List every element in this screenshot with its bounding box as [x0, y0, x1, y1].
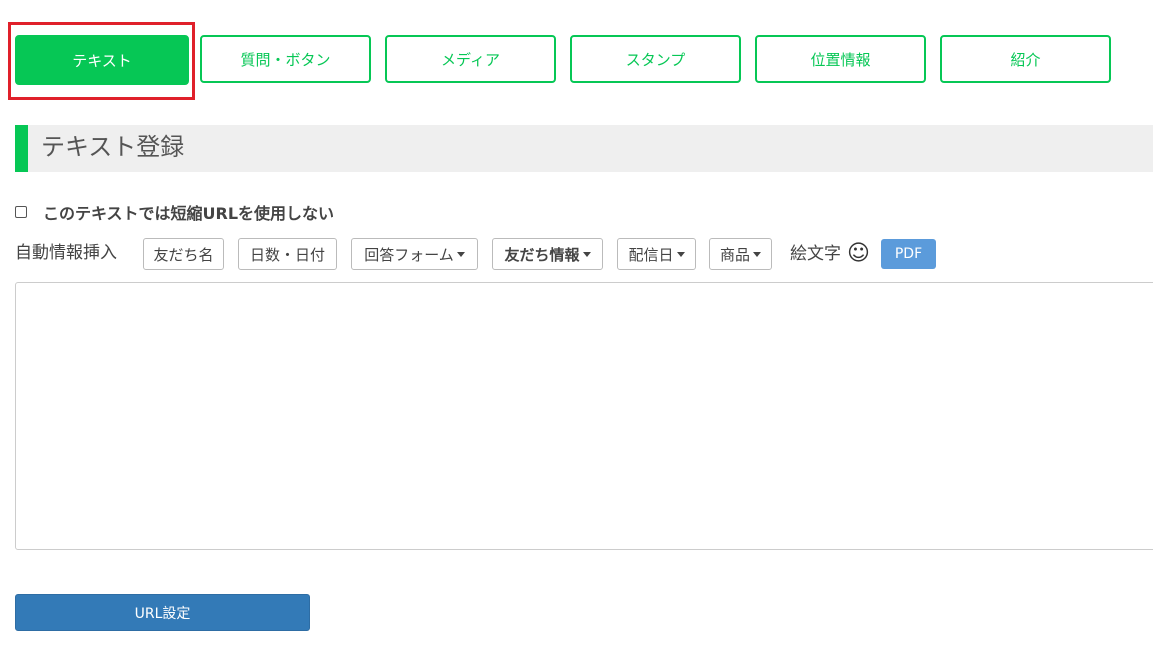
caret-down-icon — [456, 251, 465, 257]
insert-product-label: 商品 — [719, 245, 750, 264]
url-settings-label: URL設定 — [134, 605, 191, 622]
emoji-button[interactable]: 絵文字 ☺ — [790, 237, 870, 271]
insert-friend-info-label: 友だち情報 — [504, 245, 580, 264]
insert-days-date-label: 日数・日付 — [249, 245, 325, 264]
insert-delivery-date-label: 配信日 — [628, 245, 674, 264]
shorten-url-checkbox[interactable] — [15, 206, 27, 218]
insert-days-date-button[interactable]: 日数・日付 — [238, 238, 337, 270]
insert-friend-name-button[interactable]: 友だち名 — [143, 238, 224, 270]
message-textarea[interactable] — [15, 282, 1153, 550]
insert-answer-form-label: 回答フォーム — [364, 245, 454, 264]
highlight-box — [8, 22, 195, 100]
tab-media[interactable]: メディア — [385, 35, 556, 83]
insert-friend-name-label: 友だち名 — [153, 245, 214, 264]
insert-delivery-date-dropdown[interactable]: 配信日 — [617, 238, 696, 270]
shorten-url-option: このテキストでは短縮URLを使用しない — [15, 200, 334, 224]
caret-down-icon — [753, 251, 761, 257]
smiley-icon: ☺ — [847, 241, 870, 266]
tab-location[interactable]: 位置情報 — [755, 35, 926, 83]
section-header: テキスト登録 — [15, 125, 1153, 172]
url-settings-button[interactable]: URL設定 — [15, 594, 310, 631]
insert-product-dropdown[interactable]: 商品 — [709, 238, 772, 270]
tab-introduction[interactable]: 紹介 — [940, 35, 1111, 83]
auto-insert-toolbar: 自動情報挿入 友だち名 日数・日付 回答フォーム 友だち情報 配信日 商品 絵文… — [15, 237, 1153, 271]
pdf-button-label: PDF — [894, 246, 923, 262]
emoji-label: 絵文字 — [790, 244, 841, 264]
tab-stamp[interactable]: スタンプ — [570, 35, 741, 83]
insert-answer-form-dropdown[interactable]: 回答フォーム — [351, 238, 478, 270]
caret-down-icon — [582, 251, 591, 257]
caret-down-icon — [676, 251, 685, 257]
section-title: テキスト登録 — [41, 133, 185, 161]
section-accent-bar — [15, 125, 28, 172]
pdf-button[interactable]: PDF — [881, 239, 936, 269]
auto-insert-label: 自動情報挿入 — [15, 243, 117, 263]
message-type-tabs: テキスト 質問・ボタン メディア スタンプ 位置情報 紹介 — [0, 0, 1153, 110]
tab-question-button[interactable]: 質問・ボタン — [200, 35, 371, 83]
shorten-url-label: このテキストでは短縮URLを使用しない — [43, 204, 335, 223]
insert-friend-info-dropdown[interactable]: 友だち情報 — [492, 238, 603, 270]
